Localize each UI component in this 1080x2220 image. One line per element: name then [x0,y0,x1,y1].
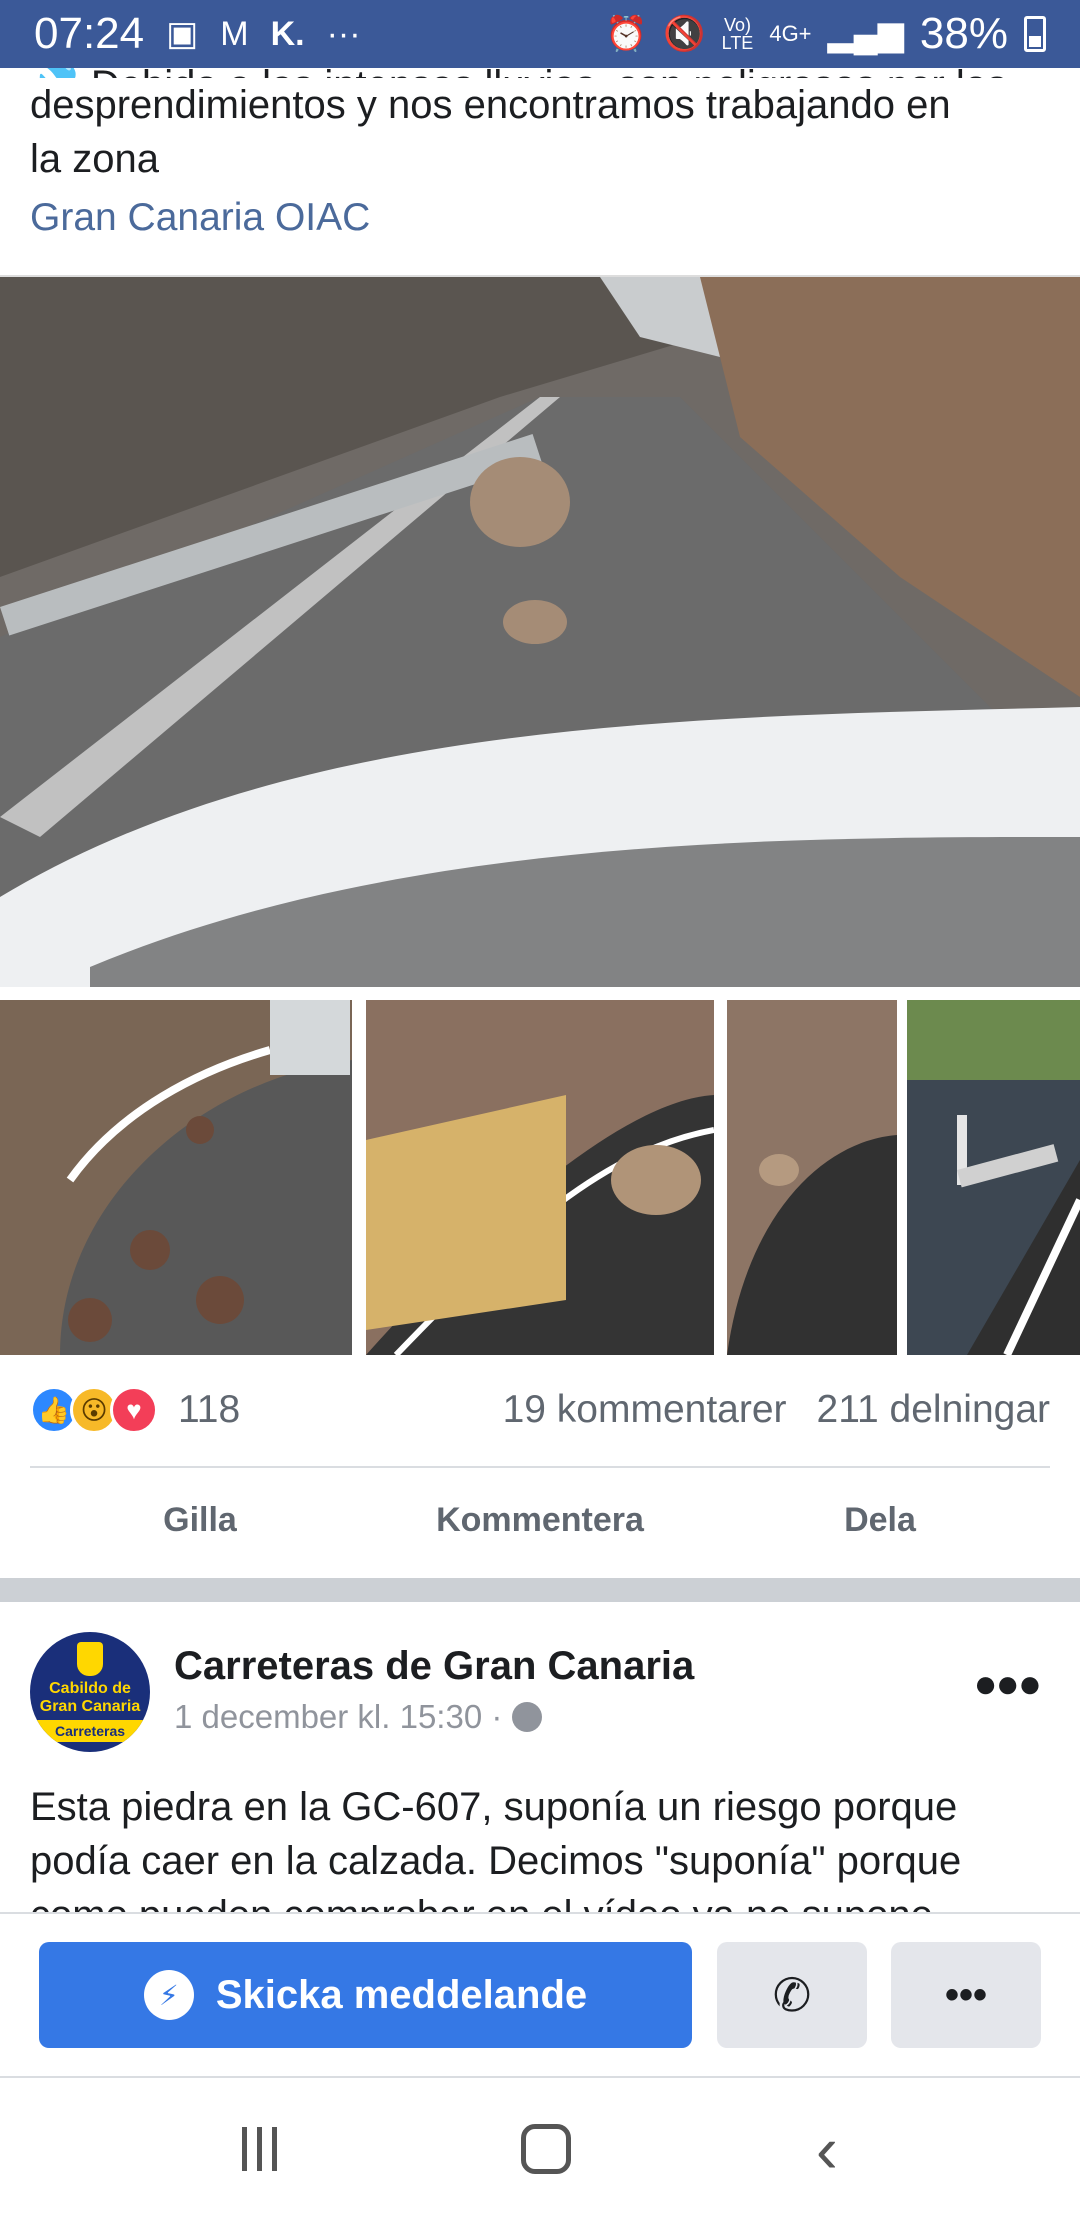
road-photo-illustration [0,277,1080,987]
globe-icon [512,1702,543,1732]
lte-label: LTE [721,33,754,53]
thumbnail-1[interactable] [0,1000,352,1355]
volte-icon: Vo) LTE [722,16,754,52]
share-count[interactable]: 211 delningar [817,1388,1050,1432]
more-button[interactable]: ••• [891,1942,1041,2048]
page-name[interactable]: Carreteras de Gran Canaria [174,1644,694,1689]
avatar[interactable]: Cabildo de Gran Canaria Carreteras [30,1632,150,1752]
message-bar: ⚡ Skicka meddelande ✆ ••• [0,1912,1080,2078]
gmail-icon: M [220,14,249,53]
call-button[interactable]: ✆ [717,1942,867,2048]
home-icon[interactable] [521,2124,572,2174]
thumbnail-1-illustration [0,1000,352,1355]
more-dots-label: ••• [944,1972,987,2017]
thumbnail-2-illustration [366,1000,714,1355]
4g-icon: 4G+ [769,21,812,46]
phone-icon: ✆ [772,1969,812,2021]
clock: 07:24 [34,9,145,58]
navigation-bar: ‹ [0,2078,1080,2220]
post-2-text: Esta piedra en la GC-607, suponía un rie… [30,1785,962,1930]
send-message-label: Skicka meddelande [215,1972,588,2017]
love-reaction-icon: ♥ [110,1386,158,1434]
photo-thumbnails [0,1000,1080,1355]
like-button[interactable]: Gilla [30,1480,370,1560]
post-actions: Gilla Kommentera Dela [30,1480,1050,1560]
image-icon: ▣ [166,15,199,53]
mute-icon: 🔇 [663,15,706,53]
avatar-text-1: Cabildo de [49,1680,131,1697]
post-meta: 1 december kl. 15:30 · [174,1698,543,1736]
messenger-icon: ⚡ [143,1970,194,2020]
back-icon[interactable]: ‹ [816,2116,838,2182]
comment-button[interactable]: Kommentera [370,1480,710,1560]
send-message-button[interactable]: ⚡ Skicka meddelande [39,1942,692,2048]
thumbnail-4[interactable] [907,1000,1080,1355]
avatar-band: Carreteras [30,1720,150,1742]
post-timestamp[interactable]: 1 december kl. 15:30 · [174,1698,502,1736]
reaction-count[interactable]: 118 [178,1388,240,1432]
reactions-row: 👍 😮 ♥ 118 19 kommentarer 211 delningar [30,1380,1050,1440]
status-bar: 07:24 ▣ M K. ··· ⏰ 🔇 Vo) LTE 4G+ ▂▄▆ 38% [0,0,1080,68]
signal-icon: ▂▄▆ [827,15,904,53]
comment-count[interactable]: 19 kommentarer [503,1388,787,1432]
post-text-line-2: desprendimientos y nos encontramos traba… [30,83,951,127]
share-button[interactable]: Dela [710,1480,1050,1560]
crest-logo-icon [77,1642,103,1676]
page-link[interactable]: Gran Canaria OIAC [30,196,370,240]
battery-icon [1024,16,1046,52]
thumbnail-3-illustration [727,1000,897,1355]
recent-apps-icon[interactable] [242,2127,278,2171]
battery-percent: 38% [919,9,1008,58]
more-dots-icon: ··· [326,14,361,53]
main-photo[interactable] [0,275,1080,987]
post-text-line-3: la zona [30,137,159,181]
feed-separator [0,1578,1080,1602]
alarm-icon: ⏰ [604,15,648,53]
thumbnail-2[interactable] [366,1000,714,1355]
thumbnail-4-illustration [907,1000,1080,1355]
more-options-icon[interactable]: ●●● [974,1662,1042,1707]
k-icon: K. [270,14,305,53]
reaction-icons[interactable]: 👍 😮 ♥ [30,1386,158,1434]
post-text: 💦 Debido a las intensas lluvias, son pel… [30,58,1060,186]
volte-label: Vo) [723,15,751,35]
divider [30,1466,1050,1468]
avatar-text-2: Gran Canaria [39,1698,141,1715]
thumbnail-3[interactable] [727,1000,897,1355]
